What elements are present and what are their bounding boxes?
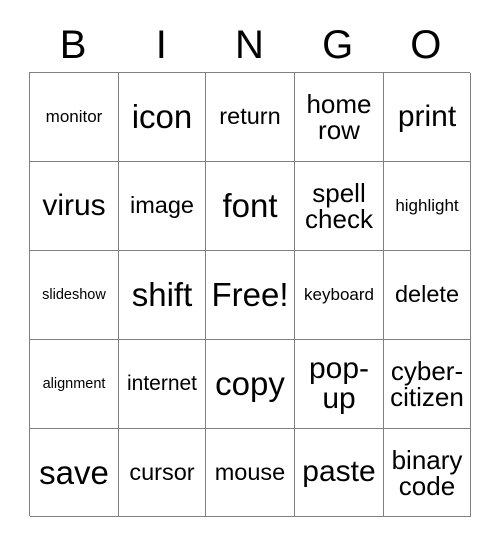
bingo-cell[interactable]: monitor bbox=[30, 73, 119, 162]
bingo-cell-label: pop- up bbox=[308, 352, 370, 415]
bingo-cell-label: alignment bbox=[42, 375, 106, 392]
bingo-cell[interactable]: cursor bbox=[119, 429, 206, 517]
bingo-cell-label: delete bbox=[394, 281, 460, 308]
bingo-cell-label: Free! bbox=[211, 276, 289, 314]
bingo-grid: monitor icon return home row print virus image… bbox=[29, 72, 471, 517]
bingo-cell-label: cursor bbox=[129, 458, 195, 485]
bingo-header-row: B I N G O bbox=[29, 17, 470, 72]
bingo-cell[interactable]: mouse bbox=[206, 429, 295, 517]
bingo-cell[interactable]: delete bbox=[384, 251, 471, 340]
bingo-cell[interactable]: image bbox=[119, 162, 206, 251]
bingo-cell-label: binary code bbox=[391, 444, 463, 501]
bingo-cell-label: image bbox=[129, 192, 194, 219]
bingo-cell-label: copy bbox=[215, 365, 285, 403]
bingo-cell-label: paste bbox=[302, 455, 376, 489]
bingo-cell[interactable]: save bbox=[30, 429, 119, 517]
bingo-cell-label: shift bbox=[131, 276, 193, 314]
bingo-cell-label: font bbox=[222, 187, 278, 225]
bingo-cell[interactable]: highlight bbox=[384, 162, 471, 251]
bingo-header-letter-i: I bbox=[155, 22, 167, 67]
bingo-cell-label: cyber- citizen bbox=[390, 356, 464, 412]
bingo-cell[interactable]: alignment bbox=[30, 340, 119, 429]
bingo-cell-label: print bbox=[397, 99, 457, 133]
bingo-cell-label: monitor bbox=[45, 107, 103, 127]
bingo-cell[interactable]: font bbox=[206, 162, 295, 251]
bingo-cell[interactable]: shift bbox=[119, 251, 206, 340]
bingo-cell[interactable]: slideshow bbox=[30, 251, 119, 340]
bingo-cell-label: highlight bbox=[395, 196, 459, 216]
bingo-card: B I N G O monitor icon return home row print… bbox=[0, 0, 500, 544]
bingo-cell[interactable]: cyber- citizen bbox=[384, 340, 471, 429]
bingo-cell[interactable]: virus bbox=[30, 162, 119, 251]
bingo-cell-label: internet bbox=[126, 372, 198, 396]
bingo-header-letter-g: G bbox=[322, 22, 354, 67]
bingo-cell[interactable]: pop- up bbox=[295, 340, 384, 429]
bingo-cell[interactable]: paste bbox=[295, 429, 384, 517]
bingo-cell-label: virus bbox=[42, 188, 106, 222]
bingo-cell[interactable]: return bbox=[206, 73, 295, 162]
bingo-cell-label: save bbox=[39, 453, 109, 491]
bingo-cell-label: mouse bbox=[214, 458, 286, 485]
bingo-cell-label: spell check bbox=[305, 178, 373, 234]
bingo-cell-label: icon bbox=[131, 98, 193, 136]
bingo-cell[interactable]: icon bbox=[119, 73, 206, 162]
bingo-cell[interactable]: internet bbox=[119, 340, 206, 429]
bingo-cell-free-space[interactable]: Free! bbox=[206, 251, 295, 340]
bingo-header-letter-n: N bbox=[235, 22, 264, 67]
bingo-cell-label: home row bbox=[306, 89, 372, 145]
bingo-cell[interactable]: print bbox=[384, 73, 471, 162]
bingo-cell-label: keyboard bbox=[304, 285, 374, 305]
bingo-cell[interactable]: spell check bbox=[295, 162, 384, 251]
bingo-cell[interactable]: copy bbox=[206, 340, 295, 429]
bingo-cell-label: return bbox=[219, 103, 281, 130]
bingo-cell[interactable]: keyboard bbox=[295, 251, 384, 340]
bingo-cell[interactable]: home row bbox=[295, 73, 384, 162]
bingo-header-letter-b: B bbox=[59, 22, 87, 67]
bingo-cell-label: slideshow bbox=[42, 286, 106, 303]
bingo-cell[interactable]: binary code bbox=[384, 429, 471, 517]
bingo-header-letter-o: O bbox=[410, 22, 442, 67]
